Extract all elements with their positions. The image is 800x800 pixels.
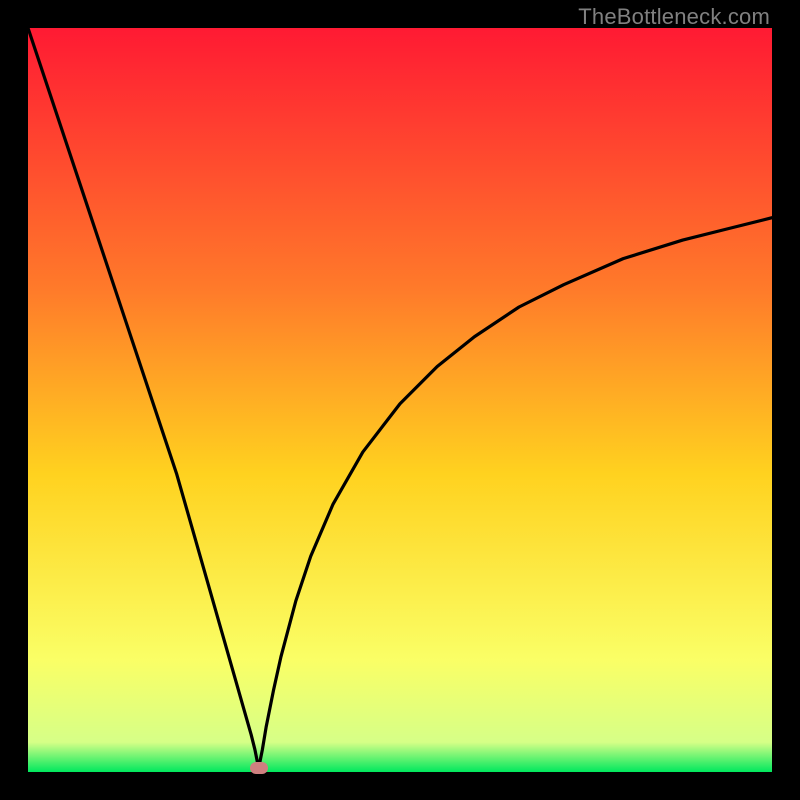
watermark-text: TheBottleneck.com (578, 4, 770, 30)
chart-frame (28, 28, 772, 772)
optimal-point-marker (250, 762, 268, 774)
bottleneck-chart (28, 28, 772, 772)
gradient-background (28, 28, 772, 772)
